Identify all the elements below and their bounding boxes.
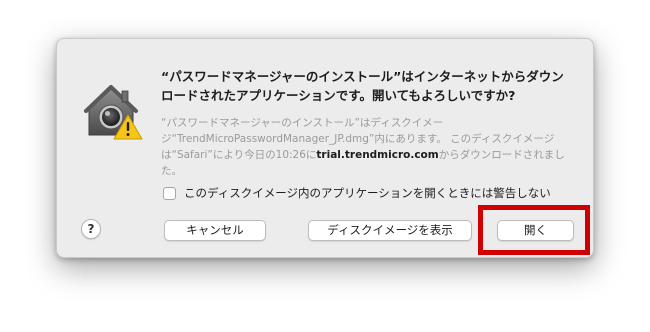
help-button[interactable]: ? — [81, 219, 101, 239]
dialog-message: “パスワードマネージャーのインストール”はディスクイメージ“TrendMicro… — [161, 115, 576, 179]
show-disk-image-button[interactable]: ディスクイメージを表示 — [308, 220, 472, 241]
dont-warn-checkbox-row[interactable]: このディスクイメージ内のアプリケーションを開くときには警告しない — [163, 185, 551, 201]
open-button-highlight-box — [478, 205, 590, 255]
dont-warn-checkbox-label[interactable]: このディスクイメージ内のアプリケーションを開くときには警告しない — [184, 185, 551, 201]
dont-warn-checkbox[interactable] — [163, 186, 176, 200]
dialog-title: “パスワードマネージャーのインストール”はインターネットからダウンロードされたア… — [161, 69, 564, 103]
cancel-button[interactable]: キャンセル — [164, 220, 266, 241]
download-domain: trial.trendmicro.com — [316, 149, 439, 161]
screenshot-stage: “パスワードマネージャーのインストール”はインターネットからダウンロードされたア… — [0, 0, 650, 332]
gatekeeper-warning-icon — [83, 81, 143, 141]
